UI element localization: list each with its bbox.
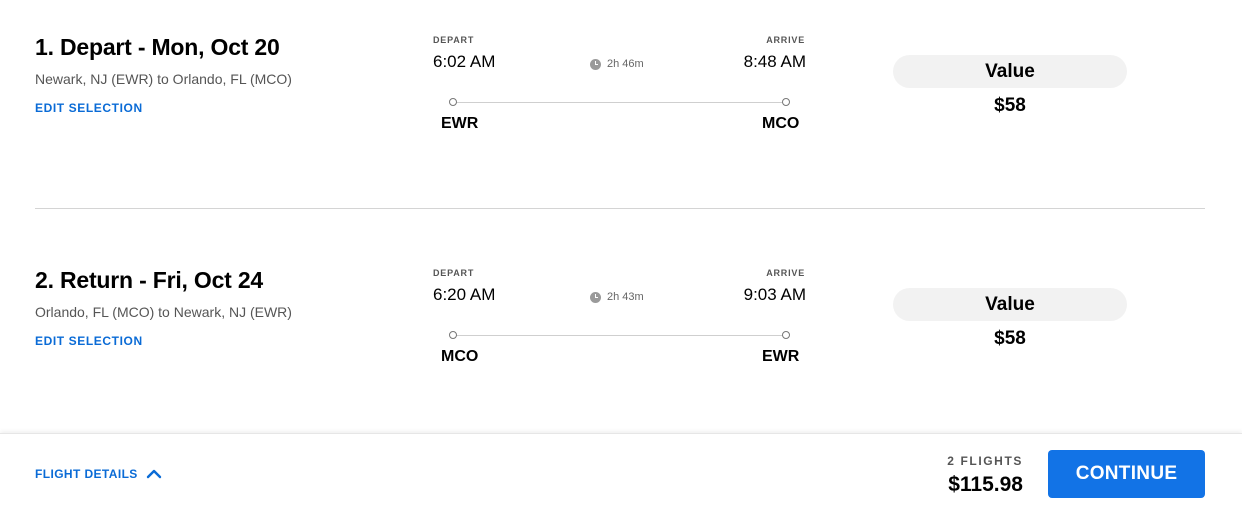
arrive-label: ARRIVE [766,268,805,278]
segment-divider [35,208,1205,209]
flight-duration: 2h 43m [590,291,644,303]
edit-selection-link[interactable]: EDIT SELECTION [35,101,143,115]
clock-icon [590,291,601,303]
arrive-label: ARRIVE [766,35,805,45]
fare-price: $58 [994,328,1026,349]
booking-footer: FLIGHT DETAILS 2 FLIGHTS $115.98 CONTINU… [0,433,1242,514]
chevron-up-icon [146,469,161,479]
duration-text: 2h 46m [607,58,644,70]
destination-marker [782,98,790,106]
destination-marker [782,331,790,339]
segment-route: Newark, NJ (EWR) to Orlando, FL (MCO) [35,71,292,87]
destination-code: EWR [762,348,800,365]
depart-label: DEPART [433,268,475,278]
flight-segment-depart: 1. Depart - Mon, Oct 20 Newark, NJ (EWR)… [0,0,1242,132]
origin-code: EWR [441,115,479,132]
flight-count: 2 FLIGHTS [947,454,1023,468]
segment-title: 1. Depart - Mon, Oct 20 [35,34,280,60]
edit-selection-link[interactable]: EDIT SELECTION [35,334,143,348]
origin-marker [449,331,457,339]
segment-title: 2. Return - Fri, Oct 24 [35,267,264,293]
flight-segment-return: 2. Return - Fri, Oct 24 Orlando, FL (MCO… [0,233,1242,365]
flight-details-toggle[interactable]: FLIGHT DETAILS [35,467,162,481]
origin-code: MCO [441,348,479,365]
arrive-time: 8:48 AM [743,52,806,71]
origin-marker [449,98,457,106]
route-line [456,335,784,336]
depart-label: DEPART [433,35,475,45]
continue-button[interactable]: CONTINUE [1048,450,1205,498]
route-line [456,102,784,103]
flight-duration: 2h 46m [590,58,644,70]
clock-icon [590,58,601,70]
fare-type-badge[interactable]: Value [893,55,1127,88]
depart-time: 6:20 AM [433,285,496,304]
segment-route: Orlando, FL (MCO) to Newark, NJ (EWR) [35,304,292,320]
total-price: $115.98 [948,473,1023,496]
arrive-time: 9:03 AM [743,285,806,304]
flight-details-label: FLIGHT DETAILS [35,467,138,481]
depart-time: 6:02 AM [433,52,496,71]
fare-price: $58 [994,95,1026,116]
duration-text: 2h 43m [607,291,644,303]
destination-code: MCO [762,115,800,132]
fare-type-badge[interactable]: Value [893,288,1127,321]
